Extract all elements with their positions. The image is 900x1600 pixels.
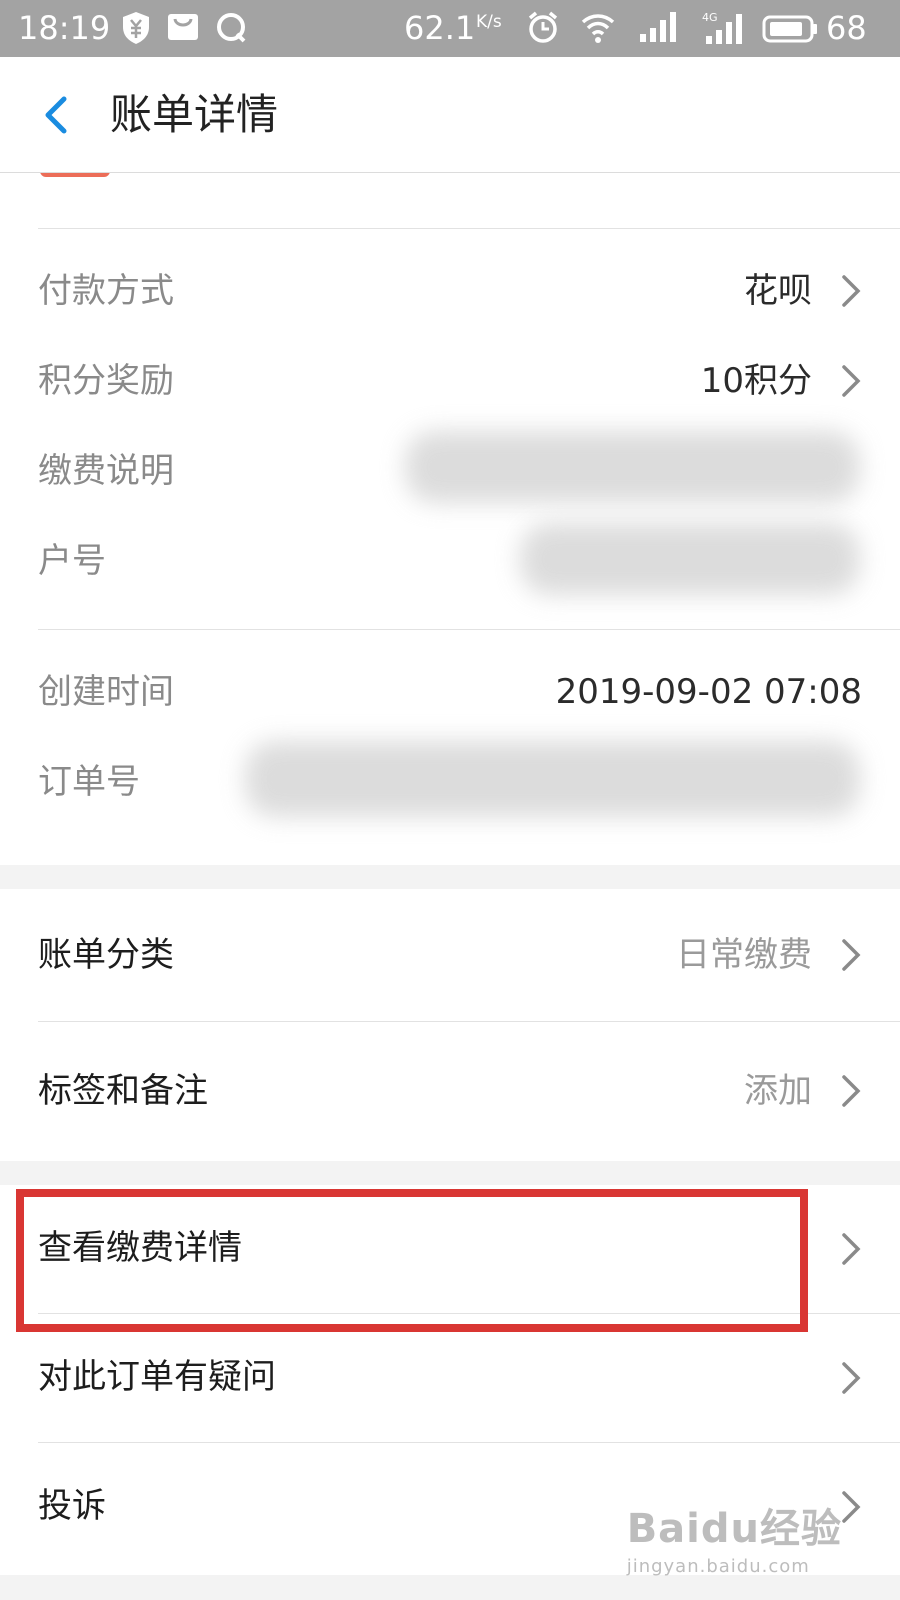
points-reward-value: 10积分 [700, 361, 812, 401]
svg-text:4G: 4G [702, 11, 718, 24]
redacted-payment-note [405, 431, 860, 503]
payment-note-label: 缴费说明 [38, 451, 174, 491]
status-time: 18:19 [18, 9, 111, 47]
created-time-label: 创建时间 [38, 672, 174, 712]
chevron-right-icon [842, 1362, 861, 1394]
bill-category-value: 日常缴费 [676, 935, 812, 975]
battery-level: 68 [826, 9, 867, 47]
network-speed: 62.1 [404, 9, 476, 47]
redacted-account-number [520, 523, 860, 595]
order-number-label: 订单号 [38, 762, 140, 802]
q-app-icon [217, 13, 246, 43]
tags-notes-label: 标签和备注 [38, 1071, 208, 1111]
chevron-right-icon [842, 275, 861, 307]
chevron-right-icon [842, 365, 861, 397]
chevron-right-icon [842, 939, 861, 971]
order-question-label: 对此订单有疑问 [38, 1357, 276, 1397]
alarm-icon [528, 11, 558, 43]
signal-4g-icon: 4G [702, 11, 742, 44]
bill-details-card: 付款方式 花呗 积分奖励 10积分 缴费说明 户号 创建时间 2019-09-0… [0, 173, 900, 865]
status-bar: 18:19 62.1 K/s 4G 68 [0, 0, 900, 57]
bill-category-row[interactable]: 账单分类 日常缴费 [0, 889, 900, 1021]
payment-method-value: 花呗 [744, 271, 812, 311]
watermark: Baidu经验 jingyan.baidu.com [627, 1496, 842, 1577]
points-reward-label: 积分奖励 [38, 361, 174, 401]
nav-bar: 账单详情 [0, 57, 900, 173]
wifi-icon [581, 14, 615, 43]
yuan-shield-icon [123, 12, 149, 44]
redacted-order-number [245, 741, 860, 817]
watermark-url: jingyan.baidu.com [626, 1556, 810, 1577]
created-time-value: 2019-09-02 07:08 [555, 672, 862, 712]
created-time-row: 创建时间 2019-09-02 07:08 [0, 667, 900, 717]
page-title: 账单详情 [110, 90, 279, 139]
bill-category-label: 账单分类 [38, 935, 174, 975]
order-question-row[interactable]: 对此订单有疑问 [0, 1314, 900, 1442]
scrolled-off-row [0, 173, 900, 229]
tags-notes-value: 添加 [744, 1071, 812, 1111]
tags-notes-row[interactable]: 标签和备注 添加 [0, 1022, 900, 1161]
watermark-logo: Baidu经验 [626, 1506, 842, 1552]
battery-icon [762, 15, 817, 43]
points-reward-row[interactable]: 积分奖励 10积分 [0, 356, 900, 406]
payment-method-label: 付款方式 [38, 271, 174, 311]
mail-icon [168, 14, 198, 40]
chevron-right-icon [842, 1075, 861, 1107]
back-button[interactable] [30, 85, 90, 145]
divider [38, 629, 900, 630]
payment-method-row[interactable]: 付款方式 花呗 [0, 266, 900, 316]
signal-icon [640, 12, 676, 42]
category-card: 账单分类 日常缴费 标签和备注 添加 [0, 889, 900, 1161]
account-number-label: 户号 [38, 541, 106, 581]
complaint-label: 投诉 [38, 1486, 106, 1526]
divider [38, 228, 900, 229]
highlight-annotation [16, 1189, 808, 1332]
chevron-right-icon [842, 1233, 861, 1265]
network-speed-unit: K/s [476, 12, 502, 32]
